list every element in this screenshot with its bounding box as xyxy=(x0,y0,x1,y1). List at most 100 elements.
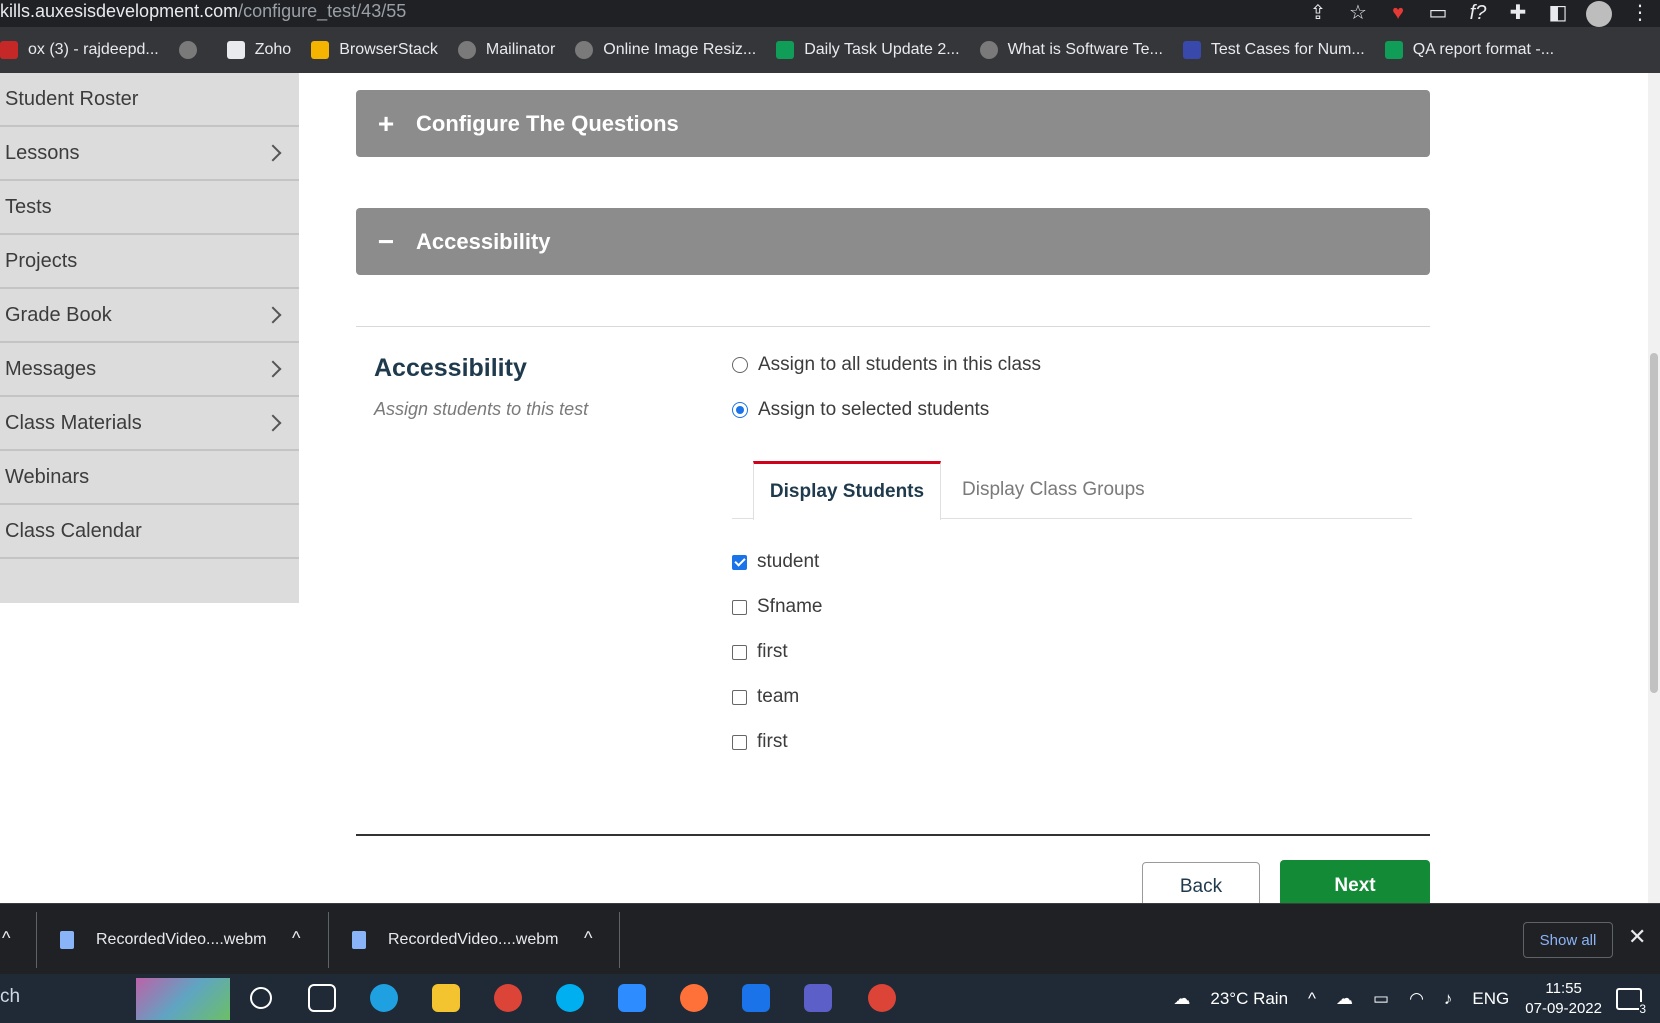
bookmark-favicon-icon xyxy=(457,41,476,59)
cast-icon[interactable]: ▭ xyxy=(1418,0,1458,27)
download-filename: RecordedVideo....webm xyxy=(96,930,267,948)
student-checkbox[interactable] xyxy=(732,689,747,705)
accessibility-subtitle: Assign students to this test xyxy=(374,399,589,419)
sidebar-item-projects[interactable]: Projects xyxy=(0,235,299,289)
bookmark-label: Zoho xyxy=(254,41,292,58)
skype-icon[interactable] xyxy=(556,984,584,1012)
sidebar-item-grade-book[interactable]: Grade Book xyxy=(0,289,299,343)
clock[interactable]: 11:55 07-09-2022 xyxy=(1525,979,1602,1019)
bookmark-item[interactable]: BrowserStack xyxy=(311,41,438,59)
wifi-icon[interactable]: ◠ xyxy=(1409,989,1424,1009)
cortana-icon[interactable] xyxy=(250,987,272,1009)
sidebar-item-class-materials[interactable]: Class Materials xyxy=(0,397,299,451)
student-checkbox[interactable] xyxy=(732,644,747,660)
sidebar-item-label: Class Materials xyxy=(5,411,142,434)
student-checkbox-row[interactable]: student xyxy=(732,551,819,573)
bookmark-label: Online Image Resiz... xyxy=(603,41,757,58)
sidebar-nav: Student Roster Lessons Tests Projects Grade … xyxy=(0,73,299,603)
student-checkbox-row[interactable]: first xyxy=(732,731,788,753)
firefox-icon[interactable] xyxy=(680,984,708,1012)
bookmark-label: Mailinator xyxy=(485,41,556,58)
file-explorer-icon[interactable] xyxy=(432,984,460,1012)
volume-icon[interactable]: ♪ xyxy=(1444,989,1453,1009)
browser-url-bar[interactable]: kills.auxesisdevelopment.com/configure_t… xyxy=(0,0,1660,27)
download-item-1[interactable]: RecordedVideo....webm xyxy=(60,904,266,975)
clock-time: 11:55 xyxy=(1545,979,1582,997)
bookmark-item[interactable]: Mailinator xyxy=(457,41,556,59)
sidebar-item-class-calendar[interactable]: Class Calendar xyxy=(0,505,299,559)
bookmark-item[interactable]: ox (3) - rajdeepd... xyxy=(0,41,159,59)
show-all-button[interactable]: Show all xyxy=(1523,922,1613,958)
bookmark-item[interactable]: QA report format -... xyxy=(1384,41,1555,59)
edge-icon[interactable] xyxy=(370,984,398,1012)
puzzle-icon[interactable]: ✚ xyxy=(1498,0,1538,27)
accessibility-panel-header[interactable]: − Accessibility xyxy=(356,208,1430,275)
sidebar-item-tests[interactable]: Tests xyxy=(0,181,299,235)
sidebar-item-student-roster[interactable]: Student Roster xyxy=(0,73,299,127)
student-checkbox[interactable] xyxy=(732,599,747,615)
extension-magnet-icon[interactable]: ♥ xyxy=(1378,0,1418,27)
battery-icon[interactable]: ▭ xyxy=(1373,989,1389,1009)
chevron-up-icon[interactable]: ^ xyxy=(2,928,10,949)
function-icon[interactable]: f? xyxy=(1458,0,1498,27)
assign-all-option[interactable]: Assign to all students in this class xyxy=(732,354,1041,376)
sidebar-item-label: Projects xyxy=(5,249,78,272)
tray-chevron-icon[interactable]: ^ xyxy=(1308,989,1316,1009)
notification-icon[interactable]: 3 xyxy=(1616,987,1646,1016)
section-divider xyxy=(356,326,1430,327)
url-text[interactable]: kills.auxesisdevelopment.com/configure_t… xyxy=(0,1,406,22)
weather-text[interactable]: 23°C Rain xyxy=(1210,989,1288,1009)
student-checkbox-row[interactable]: team xyxy=(732,686,799,708)
bookmark-favicon-icon xyxy=(311,41,330,59)
bookmark-item[interactable]: Test Cases for Num... xyxy=(1182,41,1365,59)
share-icon[interactable]: ⇪ xyxy=(1298,0,1338,27)
sidebar-item-label: Messages xyxy=(5,357,97,380)
chevron-up-icon[interactable]: ^ xyxy=(292,928,300,949)
bookmark-item[interactable]: What is Software Te... xyxy=(979,41,1163,59)
kebab-menu-icon[interactable]: ⋮ xyxy=(1620,0,1660,27)
download-item-2[interactable]: RecordedVideo....webm xyxy=(352,904,558,975)
bookmark-item[interactable] xyxy=(178,41,207,59)
radio-button[interactable] xyxy=(732,357,748,373)
sidebar-item-messages[interactable]: Messages xyxy=(0,343,299,397)
student-checkbox-row[interactable]: first xyxy=(732,641,788,663)
download-bar: ^ RecordedVideo....webm ^ RecordedVideo.… xyxy=(0,903,1660,974)
tab-display-students[interactable]: Display Students xyxy=(753,461,941,520)
student-checkbox[interactable] xyxy=(732,554,747,570)
page-scrollbar[interactable] xyxy=(1648,73,1660,903)
bookmark-favicon-icon xyxy=(226,41,245,59)
chrome-active-icon[interactable] xyxy=(868,984,896,1012)
assign-selected-option[interactable]: Assign to selected students xyxy=(732,399,989,421)
zoom-icon[interactable] xyxy=(618,984,646,1012)
sidebar-item-lessons[interactable]: Lessons xyxy=(0,127,299,181)
bookmark-item[interactable]: Daily Task Update 2... xyxy=(776,41,960,59)
task-view-icon[interactable] xyxy=(308,984,336,1012)
bookmark-label: Daily Task Update 2... xyxy=(804,41,960,58)
bookmark-item[interactable]: Zoho xyxy=(226,41,292,59)
accessibility-title: Accessibility xyxy=(374,354,527,382)
bookmark-item[interactable]: Online Image Resiz... xyxy=(575,41,756,59)
taskbar-search[interactable]: ch xyxy=(0,986,20,1008)
sidebar-item-webinars[interactable]: Webinars xyxy=(0,451,299,505)
bookmark-label: BrowserStack xyxy=(339,41,438,58)
bookmark-favicon-icon xyxy=(1384,41,1403,59)
bookmark-label: QA report format -... xyxy=(1412,41,1555,58)
student-checkbox[interactable] xyxy=(732,734,747,750)
star-icon[interactable]: ☆ xyxy=(1338,0,1378,27)
scrollbar-thumb[interactable] xyxy=(1650,353,1658,693)
chrome-icon[interactable] xyxy=(494,984,522,1012)
onedrive-icon[interactable]: ☁ xyxy=(1336,989,1353,1009)
close-icon[interactable]: ✕ xyxy=(1628,924,1646,950)
chevron-up-icon[interactable]: ^ xyxy=(584,928,592,949)
student-checkbox-row[interactable]: Sfname xyxy=(732,596,822,618)
w-app-icon[interactable] xyxy=(742,984,770,1012)
side-panel-icon[interactable]: ◧ xyxy=(1538,0,1578,27)
configure-questions-panel-header[interactable]: + Configure The Questions xyxy=(356,90,1430,157)
student-name: first xyxy=(757,731,788,752)
language-indicator[interactable]: ENG xyxy=(1472,989,1509,1009)
teams-icon[interactable] xyxy=(804,984,832,1012)
profile-avatar[interactable] xyxy=(1586,0,1612,27)
tab-display-class-groups[interactable]: Display Class Groups xyxy=(962,461,1145,519)
radio-button[interactable] xyxy=(732,402,748,418)
weather-icon[interactable]: ☁ xyxy=(1173,989,1190,1009)
